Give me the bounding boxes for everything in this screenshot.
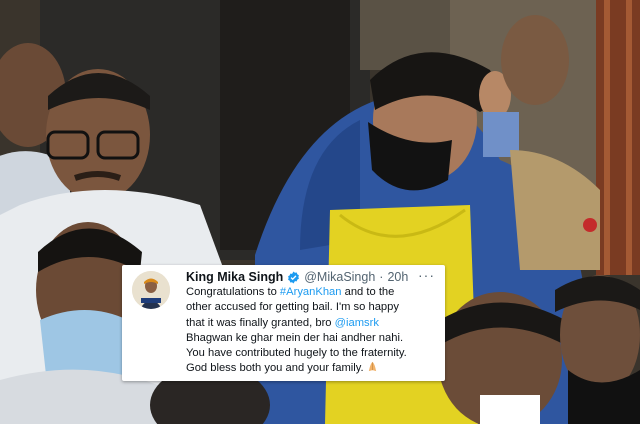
tweet-line: Congratulations to #AryanKhan and to the bbox=[186, 286, 395, 298]
user-handle[interactable]: @MikaSingh bbox=[304, 270, 375, 284]
more-options-icon[interactable]: ··· bbox=[418, 267, 435, 283]
tweet-header: King Mika Singh @MikaSingh · 20h bbox=[186, 268, 408, 286]
tweet-text: Congratulations to #AryanKhan and to the… bbox=[186, 285, 438, 377]
folded-hands-icon bbox=[367, 361, 378, 372]
tweet-line: other accused for getting bail. I'm so h… bbox=[186, 301, 399, 314]
mention-link[interactable]: @iamsrk bbox=[335, 317, 379, 329]
tweet-card[interactable]: King Mika Singh @MikaSingh · 20h ··· Con… bbox=[122, 265, 445, 381]
hashtag-link[interactable]: #AryanKhan bbox=[280, 286, 342, 298]
verified-badge-icon bbox=[287, 271, 300, 284]
separator-dot: · bbox=[379, 270, 384, 284]
tweet-line: God bless both you and your family. bbox=[186, 361, 438, 376]
tweet-line: You have contributed hugely to the frate… bbox=[186, 347, 407, 360]
display-name[interactable]: King Mika Singh bbox=[186, 270, 283, 284]
tweet-line: that it was finally granted, bro @iamsrk bbox=[186, 316, 379, 329]
tweet-line: Bhagwan ke ghar mein der hai andher nahi… bbox=[186, 331, 404, 344]
tweet-timestamp[interactable]: 20h bbox=[387, 270, 408, 284]
avatar[interactable] bbox=[132, 271, 170, 309]
